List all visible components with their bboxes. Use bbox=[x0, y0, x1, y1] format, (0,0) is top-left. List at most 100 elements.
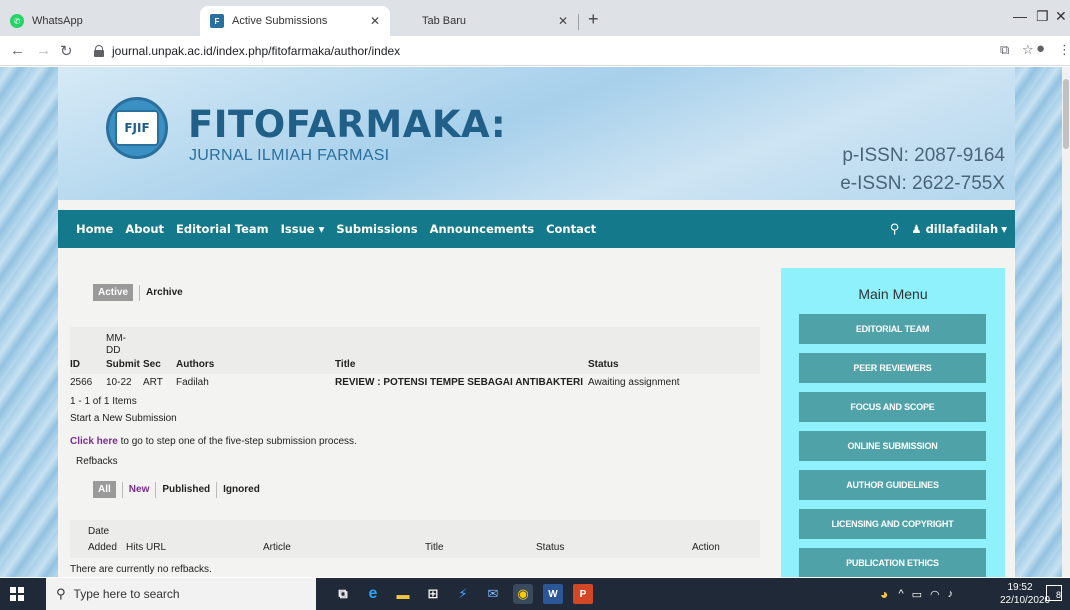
col-title: Title bbox=[335, 359, 356, 370]
main-menu-sidebar: Main Menu EDITORIAL TEAM PEER REVIEWERS … bbox=[781, 268, 1005, 577]
user-menu[interactable]: dillafadilah bbox=[926, 222, 999, 236]
row-title-link[interactable]: REVIEW : POTENSI TEMPE SEBAGAI ANTIBAKTE… bbox=[335, 377, 583, 388]
journal-favicon-icon: F bbox=[210, 14, 224, 28]
tab-archive[interactable]: Archive bbox=[146, 287, 183, 298]
col-date: Date bbox=[88, 526, 110, 537]
chevron-down-icon[interactable]: ▾ bbox=[1001, 222, 1007, 236]
site-subtitle: JURNAL ILMIAH FARMASI bbox=[189, 147, 390, 164]
notification-icon[interactable]: 8 bbox=[1046, 585, 1062, 601]
minimize-icon[interactable]: — bbox=[1013, 8, 1027, 24]
tab-tab-baru[interactable]: Tab Baru ✕ bbox=[392, 6, 578, 36]
windows-start-icon[interactable] bbox=[10, 587, 24, 601]
file-explorer-icon[interactable]: ▬ bbox=[393, 584, 413, 604]
battery-icon[interactable]: ▭ bbox=[912, 588, 922, 601]
menu-publication-ethics[interactable]: PUBLICATION ETHICS bbox=[799, 548, 986, 577]
logo-text: FJIF bbox=[115, 110, 159, 146]
new-tab-icon[interactable]: + bbox=[588, 10, 599, 28]
system-clock[interactable]: 19:52 22/10/2020 bbox=[1000, 581, 1051, 607]
translate-icon[interactable]: ⧉ bbox=[1000, 42, 1009, 58]
scrollbar-thumb[interactable] bbox=[1063, 79, 1069, 149]
bookmark-star-icon[interactable]: ☆ bbox=[1022, 42, 1034, 58]
back-icon[interactable]: ← bbox=[10, 42, 25, 59]
new-submission-text: Click here to go to step one of the five… bbox=[70, 436, 357, 447]
journal-logo[interactable]: FJIF bbox=[106, 97, 168, 159]
click-here-rest: to go to step one of the five-step submi… bbox=[117, 436, 357, 447]
close-icon[interactable]: ✕ bbox=[558, 14, 568, 28]
refback-filters: All New Published Ignored bbox=[93, 481, 260, 498]
store-icon[interactable]: ⊞ bbox=[423, 584, 443, 604]
menu-editorial-team[interactable]: EDITORIAL TEAM bbox=[799, 314, 986, 344]
tab-label: Active Submissions bbox=[232, 15, 328, 27]
search-icon[interactable]: ⚲ bbox=[890, 222, 900, 237]
menu-online-submission[interactable]: ONLINE SUBMISSION bbox=[799, 431, 986, 461]
assistant-icon[interactable]: ◕ bbox=[880, 586, 888, 602]
window-close-icon[interactable]: ✕ bbox=[1055, 8, 1067, 25]
maximize-icon[interactable]: ❐ bbox=[1036, 8, 1049, 25]
site-banner: FJIF FITOFARMAKA: JURNAL ILMIAH FARMASI … bbox=[58, 67, 1015, 200]
lock-icon bbox=[94, 45, 104, 57]
volume-icon[interactable]: ♪ bbox=[948, 588, 954, 600]
menu-author-guidelines[interactable]: AUTHOR GUIDELINES bbox=[799, 470, 986, 500]
table-row[interactable]: 2566 10-22 ART Fadilah REVIEW : POTENSI … bbox=[70, 375, 760, 391]
page-container: FJIF FITOFARMAKA: JURNAL ILMIAH FARMASI … bbox=[58, 67, 1015, 577]
nav-about[interactable]: About bbox=[125, 222, 164, 236]
col-action: Action bbox=[692, 542, 720, 553]
main-navbar: Home About Editorial Team Issue ▾ Submis… bbox=[58, 210, 1015, 248]
filter-ignored[interactable]: Ignored bbox=[223, 484, 260, 495]
forward-icon[interactable]: → bbox=[36, 42, 51, 59]
tab-active[interactable]: Active bbox=[93, 284, 134, 301]
search-icon: ⚲ bbox=[56, 586, 66, 601]
tab-label: WhatsApp bbox=[32, 15, 83, 27]
menu-peer-reviewers[interactable]: PEER REVIEWERS bbox=[799, 353, 986, 383]
profile-avatar-icon[interactable]: ● bbox=[1036, 40, 1045, 57]
powerpoint-icon[interactable]: P bbox=[573, 584, 593, 604]
taskbar-search[interactable]: ⚲ Type here to search bbox=[46, 578, 316, 610]
address-bar[interactable]: journal.unpak.ac.id/index.php/fitofarmak… bbox=[88, 40, 1018, 62]
col-ref-status: Status bbox=[536, 542, 565, 553]
close-icon[interactable]: ✕ bbox=[370, 14, 380, 28]
menu-licensing-and-copyright[interactable]: LICENSING AND COPYRIGHT bbox=[799, 509, 986, 539]
taskbar-app-icon[interactable]: ⚡ bbox=[453, 584, 473, 604]
browser-toolbar: ← → ↻ journal.unpak.ac.id/index.php/fito… bbox=[0, 36, 1070, 66]
col-hits: Hits bbox=[126, 542, 144, 553]
menu-focus-and-scope[interactable]: FOCUS AND SCOPE bbox=[799, 392, 986, 422]
click-here-link[interactable]: Click here bbox=[70, 436, 118, 447]
col-status: Status bbox=[588, 359, 619, 370]
col-ref-title: Title bbox=[425, 542, 444, 553]
nav-editorial-team[interactable]: Editorial Team bbox=[176, 222, 269, 236]
refbacks-empty: There are currently no refbacks. bbox=[70, 564, 212, 575]
nav-home[interactable]: Home bbox=[76, 222, 113, 236]
nav-contact[interactable]: Contact bbox=[546, 222, 596, 236]
col-added: Added bbox=[88, 542, 117, 553]
col-dd: DD bbox=[106, 345, 121, 356]
edge-icon[interactable]: e bbox=[363, 584, 383, 604]
tab-active-submissions[interactable]: F Active Submissions ✕ bbox=[200, 6, 390, 36]
e-issn: e-ISSN: 2622-755X bbox=[840, 173, 1005, 194]
wifi-icon[interactable]: ◠ bbox=[930, 588, 940, 601]
windows-taskbar: ⚲ Type here to search ⧉ e ▬ ⊞ ⚡ ✉ ◉ W P … bbox=[0, 578, 1070, 610]
chevron-up-icon[interactable]: ^ bbox=[898, 588, 903, 600]
task-view-icon[interactable]: ⧉ bbox=[333, 584, 353, 604]
chrome-icon[interactable]: ◉ bbox=[513, 584, 533, 604]
new-submission-heading: Start a New Submission bbox=[70, 413, 177, 424]
page-scrollbar[interactable] bbox=[1062, 67, 1070, 577]
filter-new[interactable]: New bbox=[129, 484, 150, 495]
menu-kebab-icon[interactable]: ⋮ bbox=[1058, 42, 1070, 58]
clock-date: 22/10/2020 bbox=[1000, 595, 1051, 606]
col-id: ID bbox=[70, 359, 80, 370]
col-authors: Authors bbox=[176, 359, 215, 370]
browser-tabstrip: ✆ WhatsApp ✕ F Active Submissions ✕ Tab … bbox=[0, 0, 1070, 36]
site-title[interactable]: FITOFARMAKA: bbox=[188, 103, 506, 146]
p-issn: p-ISSN: 2087-9164 bbox=[842, 145, 1005, 166]
nav-submissions[interactable]: Submissions bbox=[336, 222, 417, 236]
reload-icon[interactable]: ↻ bbox=[60, 42, 73, 60]
items-count: 1 - 1 of 1 Items bbox=[70, 396, 137, 407]
filter-published[interactable]: Published bbox=[162, 484, 210, 495]
nav-announcements[interactable]: Announcements bbox=[430, 222, 534, 236]
nav-issue[interactable]: Issue ▾ bbox=[281, 222, 325, 236]
mail-icon[interactable]: ✉ bbox=[483, 584, 503, 604]
col-submit: Submit bbox=[106, 359, 140, 370]
row-date: 10-22 bbox=[106, 377, 132, 388]
word-icon[interactable]: W bbox=[543, 584, 563, 604]
filter-all[interactable]: All bbox=[93, 481, 116, 498]
